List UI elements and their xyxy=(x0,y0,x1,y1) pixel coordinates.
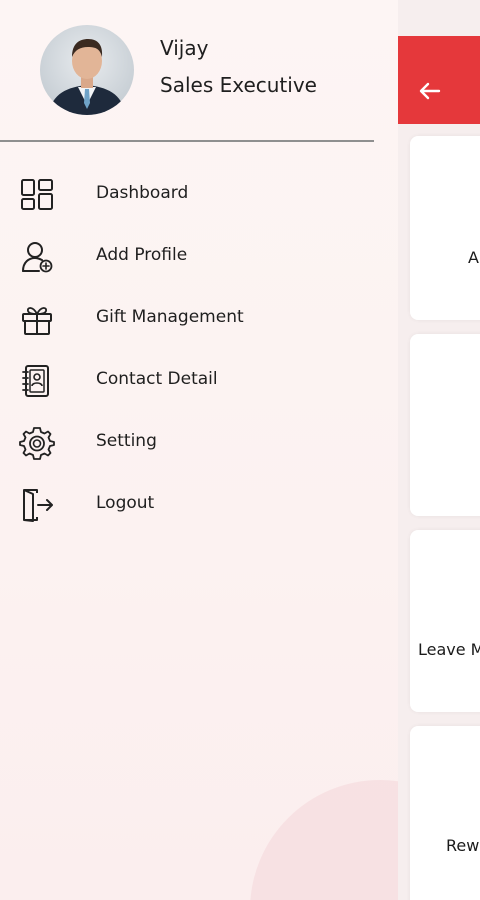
menu-item-logout[interactable]: Logout xyxy=(0,474,398,530)
logout-icon xyxy=(18,486,56,524)
dashboard-icon xyxy=(18,176,56,214)
gift-icon xyxy=(18,300,56,338)
menu-item-gift-management[interactable]: Gift Management xyxy=(0,288,398,344)
menu-item-contact-detail[interactable]: Contact Detail xyxy=(0,350,398,406)
drawer-header: Vijay Sales Executive xyxy=(0,0,398,142)
avatar[interactable] xyxy=(40,25,134,115)
back-button[interactable] xyxy=(414,78,446,108)
menu-item-label: Gift Management xyxy=(96,307,244,327)
menu-item-setting[interactable]: Setting xyxy=(0,412,398,468)
menu-item-dashboard[interactable]: Dashboard xyxy=(0,164,398,220)
card-label: A xyxy=(468,248,479,267)
card-label: Leave M xyxy=(418,640,480,659)
arrow-left-icon xyxy=(419,82,441,104)
card-label: Rew xyxy=(446,836,480,855)
dashboard-card[interactable]: A xyxy=(410,136,480,320)
menu-item-label: Setting xyxy=(96,431,157,451)
menu-item-label: Dashboard xyxy=(96,183,189,203)
menu-item-label: Contact Detail xyxy=(96,369,218,389)
user-name: Vijay xyxy=(160,36,209,60)
menu-item-label: Add Profile xyxy=(96,245,188,265)
menu-item-label: Logout xyxy=(96,493,155,513)
user-photo xyxy=(48,39,126,115)
dashboard-card[interactable]: Leave M xyxy=(410,530,480,712)
dashboard-card[interactable]: Rew xyxy=(410,726,480,900)
add-profile-icon xyxy=(18,238,56,276)
contact-book-icon xyxy=(18,362,56,400)
header-divider xyxy=(0,140,374,142)
user-role: Sales Executive xyxy=(160,73,317,97)
gear-icon xyxy=(18,424,56,462)
menu-item-add-profile[interactable]: Add Profile xyxy=(0,226,398,282)
dashboard-card[interactable] xyxy=(410,334,480,516)
navigation-drawer: Vijay Sales Executive Dashboard Add Prof… xyxy=(0,0,398,900)
